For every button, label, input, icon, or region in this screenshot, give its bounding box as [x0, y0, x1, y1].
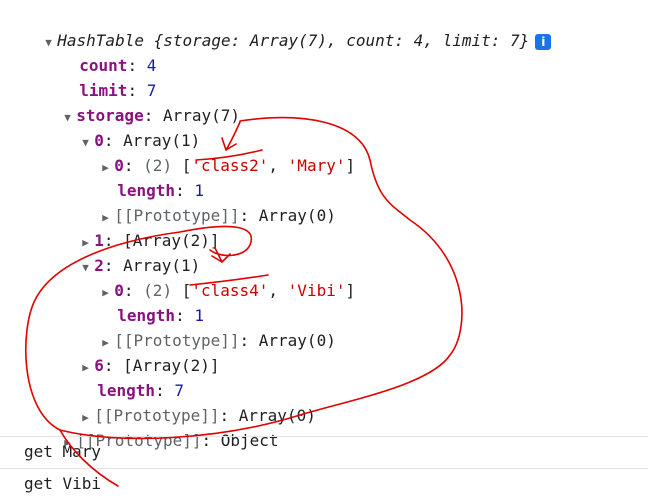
console-log-text: get Mary	[24, 442, 102, 461]
string-value: 'Mary'	[287, 156, 346, 175]
storage-6-row[interactable]: ▶ 6: [Array(2)]	[63, 333, 219, 375]
storage-0-prototype-row[interactable]: ▶ [[Prototype]]: Array(0)	[83, 183, 336, 225]
console-log-line: get Vibi	[0, 468, 648, 498]
console-log-line: get Mary	[0, 436, 648, 466]
count-row: count: 4	[60, 33, 156, 75]
storage-0-length-row: length: 1	[98, 158, 204, 200]
storage-0-row[interactable]: ▼ 0: Array(1)	[63, 108, 200, 150]
storage-2-length-row: length: 1	[98, 283, 204, 325]
triangle-down-icon[interactable]: ▼	[45, 32, 57, 54]
storage-0-0-row[interactable]: ▶ 0: (2) ['class2', 'Mary']	[83, 133, 355, 175]
limit-row: limit: 7	[60, 58, 156, 100]
console-log-text: get Vibi	[24, 474, 102, 493]
hashtable-root-row[interactable]: ▼ HashTable {storage: Array(7), count: 4,…	[26, 8, 552, 50]
prototype-value: Array(0)	[258, 331, 336, 350]
string-value: 'Vibi'	[287, 281, 346, 300]
storage-2-row[interactable]: ▼ 2: Array(1)	[63, 233, 200, 275]
storage-prototype-row[interactable]: ▶ [[Prototype]]: Array(0)	[63, 383, 316, 425]
storage-1-row[interactable]: ▶ 1: [Array(2)]	[63, 208, 219, 250]
colon: :	[239, 206, 259, 225]
storage-2-prototype-row[interactable]: ▶ [[Prototype]]: Array(0)	[83, 308, 336, 350]
storage-2-0-row[interactable]: ▶ 0: (2) ['class4', 'Vibi']	[83, 258, 355, 300]
info-icon[interactable]: i	[535, 33, 552, 50]
colon: :	[239, 331, 259, 350]
object-prototype-row[interactable]: ▶ [[Prototype]]: Object	[45, 408, 278, 450]
prototype-value: Array(0)	[258, 206, 336, 225]
storage-length-row: length: 7	[78, 358, 184, 400]
storage-row[interactable]: ▼ storage: Array(7)	[45, 83, 240, 125]
